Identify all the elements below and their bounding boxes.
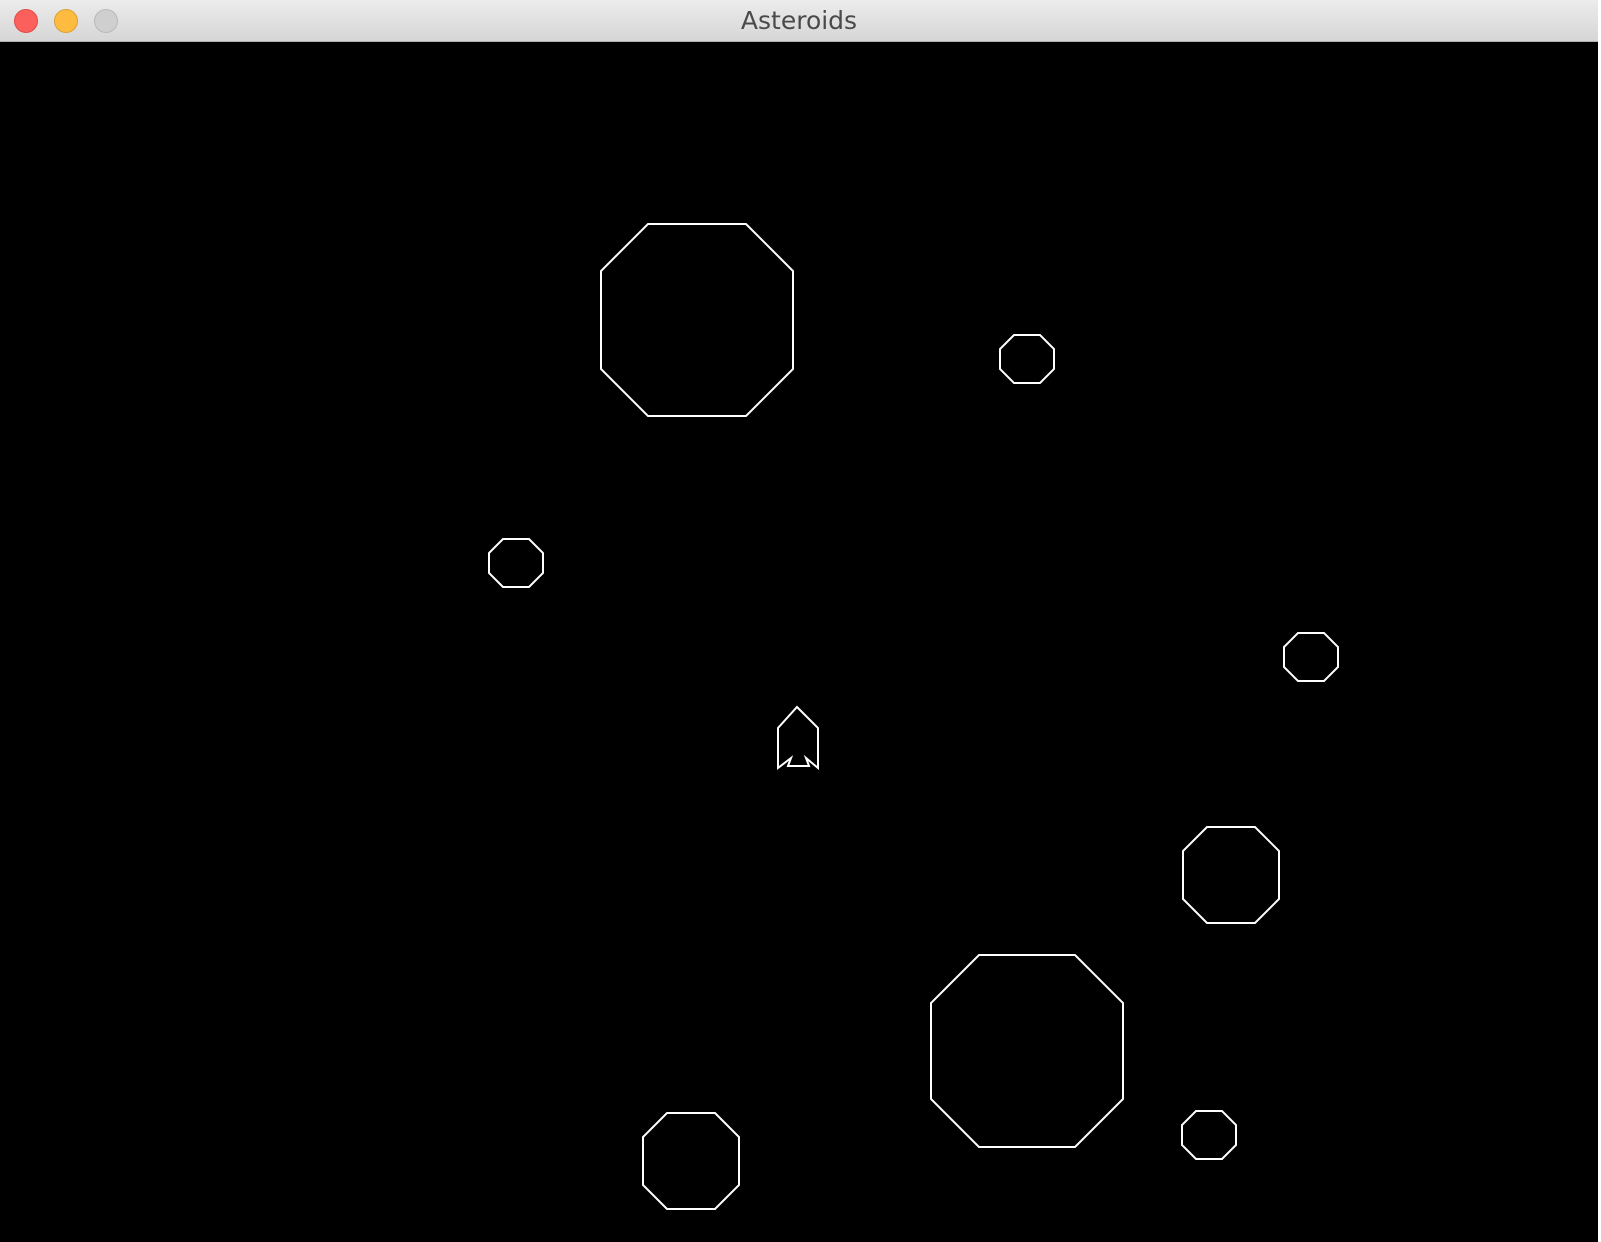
asteroid-small [1283, 632, 1339, 682]
game-canvas[interactable] [0, 42, 1598, 1242]
title-bar[interactable]: Asteroids [0, 0, 1598, 42]
asteroid-small [1181, 1110, 1237, 1160]
asteroid-large [600, 223, 794, 417]
asteroid-small [488, 538, 544, 588]
asteroid-medium [1182, 826, 1280, 924]
game-scene [488, 223, 1339, 1210]
window-title: Asteroids [740, 6, 858, 35]
game-window: Asteroids [0, 0, 1598, 1242]
asteroid-small [999, 334, 1055, 384]
player-ship [777, 705, 819, 771]
asteroid-large [930, 954, 1124, 1148]
asteroid-medium [642, 1112, 740, 1210]
